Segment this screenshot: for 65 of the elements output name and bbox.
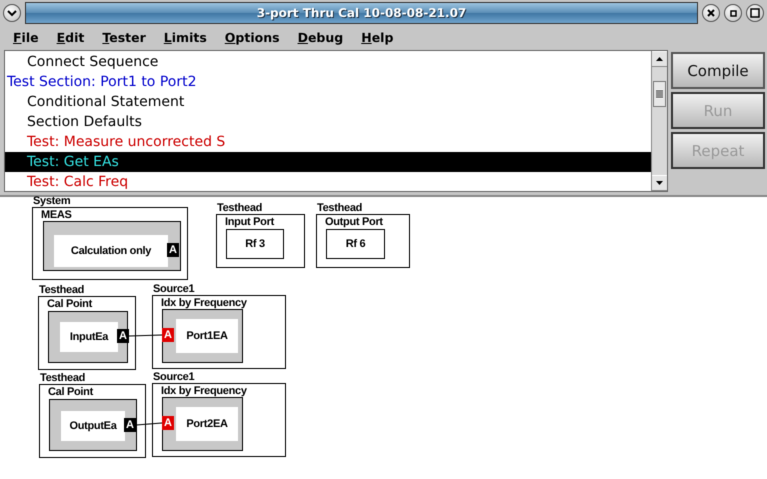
group-label: Source1 [153,284,194,295]
block-label: Rf 3 [245,238,265,250]
menu-item[interactable]: Tester [95,30,157,44]
maximize-button[interactable] [746,4,764,22]
sequence-item[interactable]: Test Section: Port1 to Port2 [5,72,651,92]
item-text: Test: Measure uncorrected S [27,134,226,150]
window-title: 3-port Thru Cal 10-08-08-21.07 [256,6,466,20]
sequence-item[interactable]: Conditional Statement [5,92,651,112]
menu-item[interactable]: Debug [290,30,354,44]
menu-item[interactable]: Edit [50,30,96,44]
block-label: Calculation only [70,245,152,257]
sequence-item[interactable]: Section Defaults [5,112,651,132]
block-frame[interactable]: Output Port Rf 6 [316,214,410,268]
group-label: Testhead [39,285,84,296]
group-label: Testhead [40,373,86,384]
block-label: OutputEa [69,420,117,432]
sequence-item[interactable]: Test: Measure uncorrected S [5,132,651,152]
output-pin[interactable]: A [117,329,129,343]
scroll-up-icon [656,57,663,61]
group-label: Testhead [317,203,362,214]
block-title: Input Port [225,216,274,228]
block-label: Port2EA [186,418,228,430]
minimize-button[interactable] [724,4,742,22]
item-text: Connect Sequence [27,54,158,70]
item-text: Test: Get EAs [27,154,119,170]
input-pin[interactable]: A [162,328,174,342]
block-label: Port1EA [186,330,228,342]
sequence-item[interactable]: Test: Calc Freq [5,172,651,191]
sequence-item[interactable]: Connect Sequence [5,52,651,72]
block-title: Idx by Frequency [161,297,247,309]
menu-item[interactable]: Limits [156,30,218,44]
item-text: Test Section: Port1 to Port2 [7,74,196,90]
block-label: InputEa [70,331,108,343]
group-label: Testhead [217,203,262,214]
close-icon [707,9,715,17]
block-title: Idx by Frequency [161,385,247,397]
input-pin[interactable]: A [162,416,174,430]
item-text: Section Defaults [27,114,142,130]
group-label: System [33,196,70,207]
block-label: Rf 6 [346,238,366,250]
block-title: MEAS [41,209,72,221]
item-text: Conditional Statement [27,94,184,110]
block-title: Output Port [325,216,383,228]
connector-line [128,334,162,336]
menu-item[interactable]: Options [218,30,291,44]
grip-icon [656,90,663,98]
group-label: Source1 [153,372,194,383]
item-text: Test: Calc Freq [27,174,128,190]
maximize-icon [750,8,760,18]
output-pin[interactable]: A [167,243,179,257]
block-frame[interactable]: Input Port Rf 3 [216,214,305,268]
action-button[interactable]: Compile [671,52,765,89]
connector-line [136,422,162,426]
chevron-down-icon [7,10,17,16]
scrollbar[interactable] [651,51,667,191]
scroll-down-icon [656,181,663,185]
window-menu-button[interactable] [3,4,21,22]
menu-item[interactable]: Help [354,30,404,44]
minimize-icon [730,10,736,16]
menu-item[interactable]: File [6,30,50,44]
sequence-item[interactable]: Test: Get EAs [5,152,651,172]
block-title: Cal Point [47,298,92,310]
close-button[interactable] [702,4,720,22]
output-pin[interactable]: A [124,418,136,432]
block-title: Cal Point [48,386,93,398]
